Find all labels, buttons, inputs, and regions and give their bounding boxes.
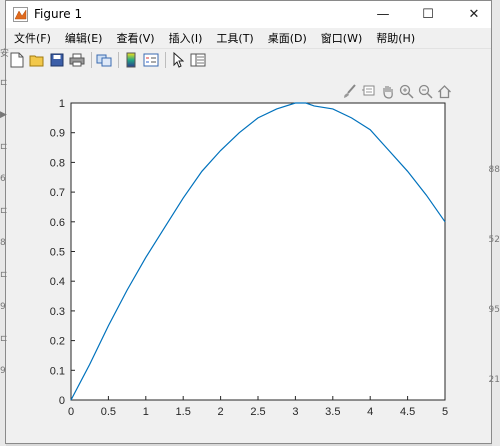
menu-tools[interactable]: 工具(T)	[216, 30, 253, 46]
property-inspector-icon[interactable]	[189, 51, 207, 69]
print-icon[interactable]	[68, 51, 86, 69]
x-tick-label: 2	[218, 406, 224, 418]
x-tick-label: 5	[442, 406, 448, 418]
y-tick-label: 0.8	[50, 157, 65, 169]
toolbar-separator	[91, 52, 92, 68]
background-mark: ⊏	[0, 270, 8, 280]
menu-insert[interactable]: 插入(I)	[169, 30, 203, 46]
link-icon[interactable]	[95, 51, 113, 69]
maximize-icon: ☐	[422, 7, 434, 22]
y-tick-label: 0.6	[50, 217, 65, 229]
menu-edit[interactable]: 编辑(E)	[65, 30, 103, 46]
x-tick-label: 4	[367, 406, 373, 418]
background-mark: ⊏	[0, 334, 8, 344]
menu-view[interactable]: 查看(V)	[116, 30, 154, 46]
background-mark: ⊏	[0, 78, 8, 88]
x-tick-label: 1.5	[176, 406, 191, 418]
x-tick-label: 2.5	[250, 406, 265, 418]
background-mark: 21	[488, 375, 500, 385]
figure-canvas: 0 0.5 1 1.5 2 2.5 3 3.5 4 4.5 5 0 0.1 0.2 0.3 0.4 0.5 0.6…	[6, 71, 491, 443]
toolbar-separator	[165, 52, 166, 68]
line-chart: 0 0.5 1 1.5 2 2.5 3 3.5 4 4.5 5 0 0.1 0.2 0.3 0.4 0.5 0.6…	[50, 98, 448, 418]
y-tick-label: 0.2	[50, 336, 65, 348]
x-tick-label: 3.5	[325, 406, 340, 418]
y-tick-label: 0	[59, 395, 65, 407]
pointer-icon[interactable]	[169, 51, 187, 69]
matlab-icon	[13, 7, 28, 22]
open-icon[interactable]	[28, 51, 46, 69]
y-tick-label: 0.3	[50, 306, 65, 318]
background-mark: 8	[0, 238, 6, 248]
y-tick-label: 1	[59, 98, 65, 110]
close-icon: ✕	[468, 7, 480, 22]
menu-desktop[interactable]: 桌面(D)	[268, 30, 307, 46]
figure-window: Figure 1 — ☐ ✕ 文件(F) 编辑(E) 查看(V) 插入(I) 工…	[5, 0, 492, 444]
x-tick-label: 0.5	[101, 406, 116, 418]
background-mark: 安	[0, 49, 10, 59]
x-tick-label: 4.5	[400, 406, 415, 418]
background-mark: 88	[488, 165, 500, 175]
new-figure-icon[interactable]	[8, 51, 26, 69]
y-tick-label: 0.1	[50, 365, 65, 377]
background-mark: ▶	[0, 110, 7, 120]
menu-bar: 文件(F) 编辑(E) 查看(V) 插入(I) 工具(T) 桌面(D) 窗口(W…	[6, 28, 491, 49]
figure-toolbar	[6, 49, 491, 72]
close-button[interactable]: ✕	[457, 1, 491, 28]
minimize-icon: —	[376, 7, 390, 22]
x-tick-label: 0	[68, 406, 74, 418]
y-tick-label: 0.5	[50, 247, 65, 259]
maximize-button[interactable]: ☐	[411, 1, 445, 28]
legend-icon[interactable]	[142, 51, 160, 69]
window-title: Figure 1	[34, 7, 83, 21]
background-mark: 52	[488, 235, 500, 245]
menu-window[interactable]: 窗口(W)	[321, 30, 362, 46]
plot-area	[70, 102, 446, 401]
save-icon[interactable]	[48, 51, 66, 69]
background-mark: 9	[0, 366, 6, 376]
title-bar[interactable]: Figure 1 — ☐ ✕	[6, 1, 491, 28]
x-tick-label: 1	[143, 406, 149, 418]
minimize-button[interactable]: —	[366, 1, 400, 28]
background-mark: 6	[0, 174, 6, 184]
y-tick-label: 0.4	[50, 276, 65, 288]
background-mark: 9	[0, 302, 6, 312]
y-tick-label: 0.7	[50, 187, 65, 199]
background-mark: 95	[488, 305, 500, 315]
y-tick-label: 0.9	[50, 128, 65, 140]
menu-file[interactable]: 文件(F)	[14, 30, 51, 46]
menu-help[interactable]: 帮助(H)	[376, 30, 415, 46]
x-tick-label: 3	[292, 406, 298, 418]
background-mark: ⊏	[0, 142, 8, 152]
background-mark: ⊏	[0, 206, 8, 216]
toolbar-separator	[118, 52, 119, 68]
colorbar-icon[interactable]	[122, 51, 140, 69]
